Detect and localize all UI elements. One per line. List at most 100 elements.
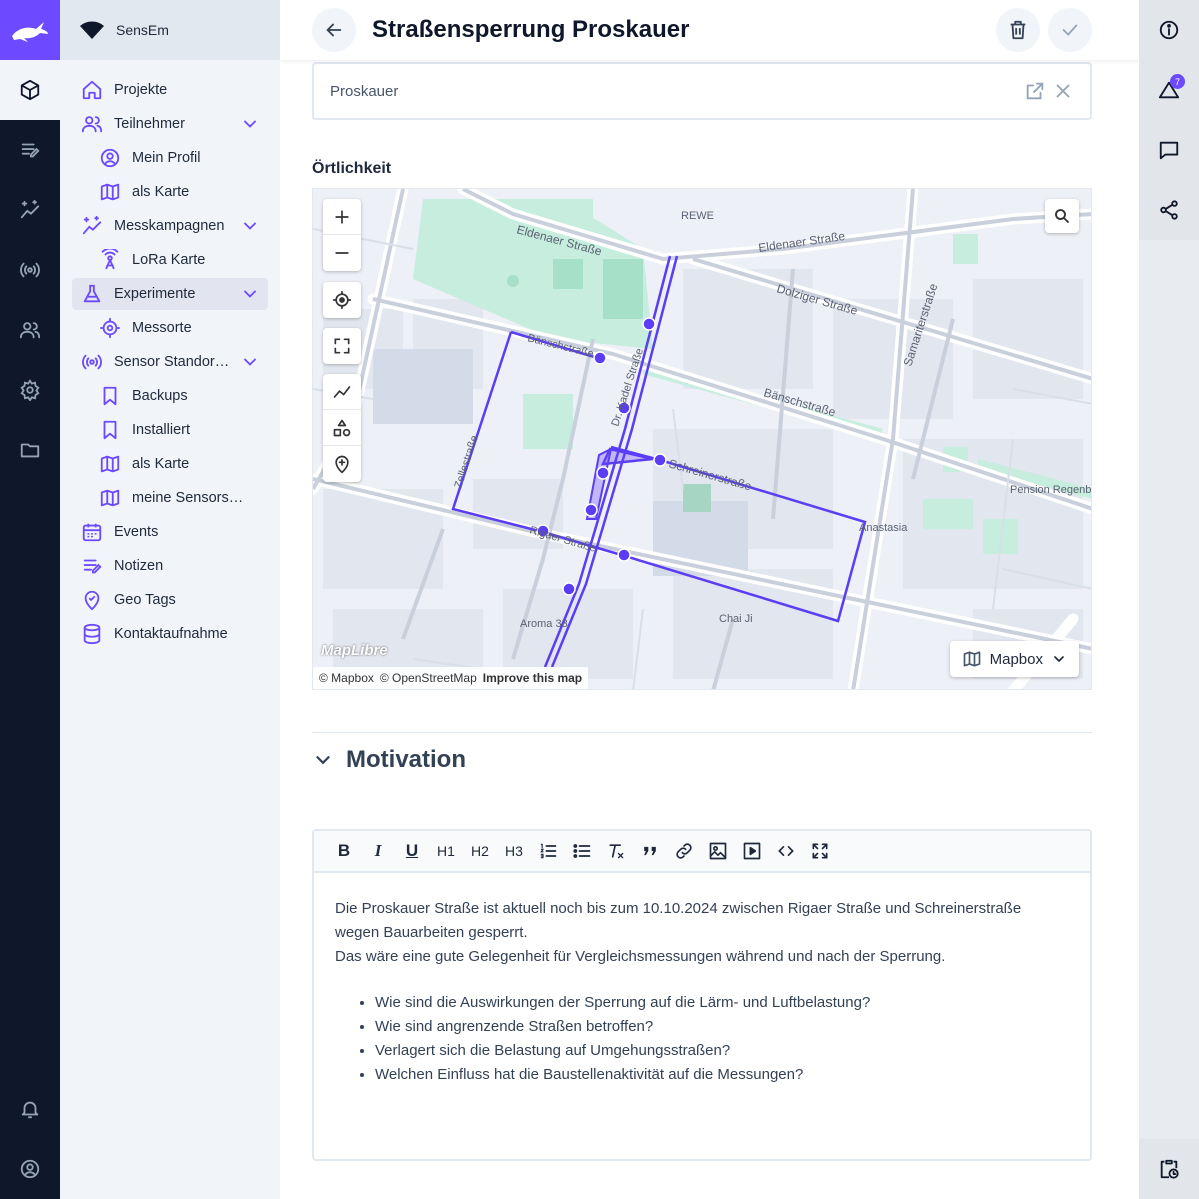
editor-content[interactable]: Die Proskauer Straße ist aktuell noch bi… <box>314 873 1090 1111</box>
code-icon <box>778 846 794 856</box>
bookmark-icon <box>103 386 117 406</box>
map-section-label: Örtlichkeit <box>312 160 392 177</box>
zoom-in-button[interactable] <box>323 199 361 235</box>
sidebar-item-installiert[interactable]: Installiert <box>72 414 268 446</box>
clear-format-button[interactable] <box>604 837 628 865</box>
chevron-down-icon[interactable] <box>240 216 260 236</box>
quote-button[interactable] <box>638 837 662 865</box>
rail-campaigns[interactable] <box>0 180 60 240</box>
improve-map-link[interactable]: Improve this map <box>483 671 582 685</box>
chevron-down-icon <box>1054 656 1064 663</box>
sidebar-item-sensor-standorte[interactable]: Sensor Standor… <box>72 346 268 378</box>
map-attribution: © Mapbox © OpenStreetMap Improve this ma… <box>313 667 589 689</box>
warnings-button[interactable]: 7 <box>1139 60 1199 120</box>
map-style-select[interactable]: Mapbox <box>949 641 1079 677</box>
back-button[interactable] <box>312 8 356 52</box>
motivation-title: Motivation <box>346 746 466 773</box>
sidebar-item-messkampagnen[interactable]: Messkampagnen <box>72 210 268 242</box>
comments-button[interactable] <box>1139 120 1199 180</box>
clipboard-button[interactable] <box>1139 1139 1199 1199</box>
sidebar-item-mein-profil[interactable]: Mein Profil <box>72 142 268 174</box>
rail-notes[interactable] <box>0 120 60 180</box>
page-title: Straßensperrung Proskauer <box>372 16 690 43</box>
attr-mapbox[interactable]: © Mapbox <box>319 671 374 685</box>
close-icon[interactable] <box>1052 80 1074 102</box>
sidebar-item-label: Experimente <box>114 286 196 302</box>
sparkles-icon <box>82 215 102 235</box>
shapes-icon <box>333 419 351 436</box>
share-button[interactable] <box>1139 180 1199 240</box>
sidebar-item-events[interactable]: Events <box>72 516 268 548</box>
polyline-icon <box>333 385 351 398</box>
image-button[interactable] <box>706 837 730 865</box>
save-button[interactable] <box>1048 8 1092 52</box>
sidebar-item-als-karte[interactable]: als Karte <box>72 176 268 208</box>
link-button[interactable] <box>672 837 696 865</box>
wifi-icon <box>80 21 104 39</box>
map-search-button[interactable] <box>1045 199 1079 233</box>
heading1-button[interactable]: H1 <box>434 837 458 865</box>
geolocate-button[interactable] <box>323 282 361 318</box>
map-view[interactable]: Eldenaer Straße Eldenaer Straße Dolziger… <box>312 188 1092 690</box>
heading3-button[interactable]: H3 <box>502 837 526 865</box>
rail-settings[interactable] <box>0 360 60 420</box>
draw-line-button[interactable] <box>323 374 361 410</box>
bullet-list-button[interactable] <box>570 837 594 865</box>
chevron-down-icon[interactable] <box>240 284 260 304</box>
add-marker-button[interactable] <box>323 446 361 482</box>
delete-button[interactable] <box>996 8 1040 52</box>
sidebar-item-messorte[interactable]: Messorte <box>72 312 268 344</box>
crosshair-icon <box>332 290 352 310</box>
clear-format-icon <box>609 844 624 859</box>
chevron-down-icon[interactable] <box>240 352 260 372</box>
code-button[interactable] <box>774 837 798 865</box>
list-item: Verlagert sich die Belastung auf Umgehun… <box>375 1039 1069 1063</box>
location-search-field[interactable]: Proskauer <box>312 62 1092 120</box>
rail-account[interactable] <box>0 1139 60 1199</box>
workspace-header[interactable]: SensEm <box>60 0 280 60</box>
rail-files[interactable] <box>0 420 60 480</box>
zoom-out-button[interactable] <box>323 235 361 271</box>
rail-users[interactable] <box>0 300 60 360</box>
rail-projects[interactable] <box>0 60 60 120</box>
map-canvas: Eldenaer Straße Eldenaer Straße Dolziger… <box>313 189 1091 689</box>
sidebar-item-geo-tags[interactable]: Geo Tags <box>72 584 268 616</box>
app-logo[interactable] <box>0 0 60 60</box>
sidebar-item-experimente[interactable]: Experimente <box>72 278 268 310</box>
rail-sensors[interactable] <box>0 240 60 300</box>
video-button[interactable] <box>740 837 764 865</box>
underline-button[interactable]: U <box>400 837 424 865</box>
sidebar-item-label: Teilnehmer <box>114 116 185 132</box>
attr-osm[interactable]: © OpenStreetMap <box>380 671 477 685</box>
motivation-section-toggle[interactable]: Motivation <box>312 735 1092 785</box>
heading2-button[interactable]: H2 <box>468 837 492 865</box>
italic-button[interactable]: I <box>366 837 390 865</box>
info-button[interactable] <box>1139 0 1199 60</box>
external-link-icon[interactable] <box>1024 80 1046 102</box>
sidebar-item-label: meine Sensors… <box>132 490 244 506</box>
sidebar-item-sensor-als-karte[interactable]: als Karte <box>72 448 268 480</box>
draw-shape-button[interactable] <box>323 410 361 446</box>
rail-notifications[interactable] <box>0 1079 60 1139</box>
sidebar-item-notizen[interactable]: Notizen <box>72 550 268 582</box>
sidebar-item-backups[interactable]: Backups <box>72 380 268 412</box>
sidebar-item-kontaktaufnahme[interactable]: Kontaktaufnahme <box>72 618 268 650</box>
main-panel: Straßensperrung Proskauer Proskauer Örtl… <box>280 0 1139 1199</box>
fullscreen-button[interactable] <box>323 328 361 364</box>
street-label: REWE <box>681 210 714 222</box>
sidebar-item-meine-sensors[interactable]: meine Sensors… <box>72 482 268 514</box>
icon-rail <box>0 0 60 1199</box>
editor-fullscreen-button[interactable] <box>808 837 832 865</box>
sidebar-item-projekte[interactable]: Projekte <box>72 74 268 106</box>
chevron-down-icon[interactable] <box>240 114 260 134</box>
fullscreen-icon <box>812 843 828 859</box>
sidebar-item-lora-karte[interactable]: LoRa Karte <box>72 244 268 276</box>
gear-icon <box>20 379 40 401</box>
zoom-control <box>323 199 361 271</box>
bold-button[interactable]: B <box>332 837 356 865</box>
minus-icon <box>335 252 349 254</box>
link-icon <box>676 843 692 859</box>
sidebar-item-teilnehmer[interactable]: Teilnehmer <box>72 108 268 140</box>
ordered-list-button[interactable] <box>536 837 560 865</box>
sparkle-chart-icon <box>20 199 40 219</box>
